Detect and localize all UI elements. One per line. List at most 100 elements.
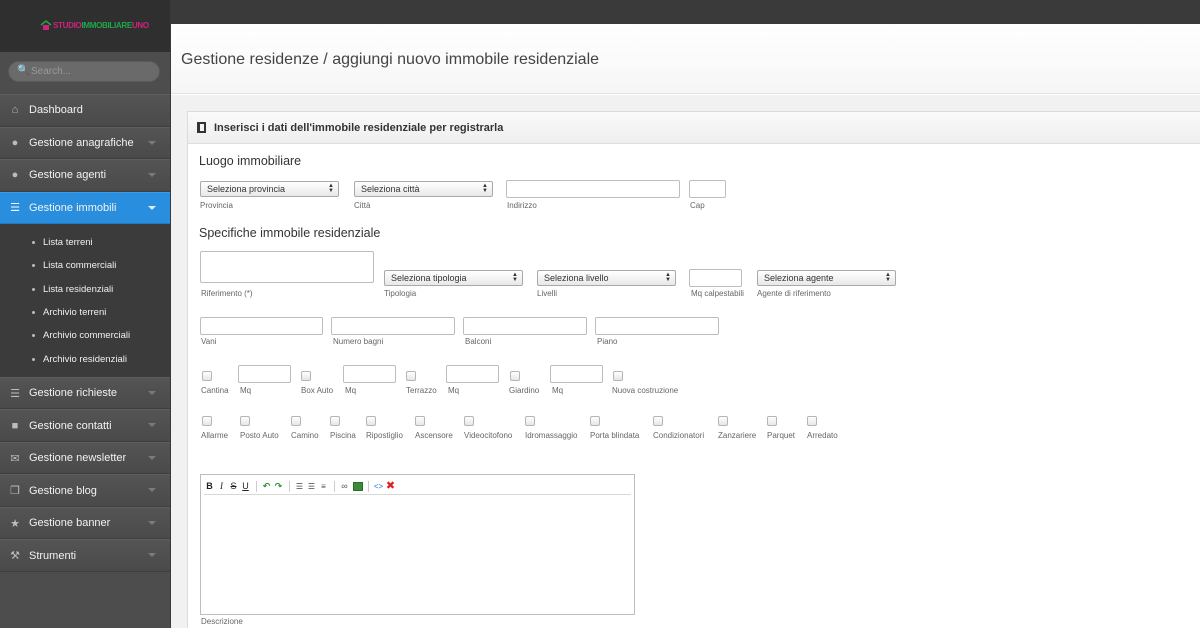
nav-gestione-banner[interactable]: ★ Gestione banner xyxy=(0,506,170,540)
underline-button[interactable]: U xyxy=(240,481,251,492)
main-content: Gestione residenze / aggiungi nuovo immo… xyxy=(171,24,1200,628)
chevron-down-icon xyxy=(148,520,156,525)
giardino-mq-input[interactable] xyxy=(550,365,603,383)
zanzariere-checkbox[interactable] xyxy=(718,416,728,426)
cantina-mq-input[interactable] xyxy=(238,365,291,383)
terrazzo-checkbox[interactable] xyxy=(406,371,416,381)
italic-button[interactable]: I xyxy=(216,481,227,492)
piano-label: Piano xyxy=(597,337,618,346)
list-icon: ☰ xyxy=(10,202,20,215)
piscina-checkbox[interactable] xyxy=(330,416,340,426)
mq-calpestabili-label: Mq calpestabili xyxy=(691,289,744,298)
subnav-item-lista-commerciali[interactable]: Lista commerciali xyxy=(0,254,170,277)
form-panel: Inserisci i dati dell'immobile residenzi… xyxy=(187,111,1200,628)
provincia-select-value: Seleziona provincia xyxy=(207,184,286,194)
posto-auto-checkbox[interactable] xyxy=(240,416,250,426)
logo-text-left: STUDIO xyxy=(53,21,82,30)
nuova-costruzione-checkbox[interactable] xyxy=(613,371,623,381)
nav-gestione-contatti[interactable]: ■ Gestione contatti xyxy=(0,409,170,442)
nav-gestione-blog[interactable]: ❐ Gestione blog xyxy=(0,474,170,507)
riferimento-label: Riferimento (*) xyxy=(201,289,253,298)
nav-gestione-newsletter[interactable]: ✉ Gestione newsletter xyxy=(0,441,170,475)
logo[interactable]: STUDIOIMMOBILIAREUNO xyxy=(40,20,149,30)
terrazzo-mq-input[interactable] xyxy=(446,365,499,383)
code-icon[interactable]: <> xyxy=(373,481,384,492)
subnav-item-lista-residenziali[interactable]: Lista residenziali xyxy=(0,278,170,301)
arredato-checkbox[interactable] xyxy=(807,416,817,426)
mq-calpestabili-input[interactable] xyxy=(689,269,742,287)
box-auto-mq-input[interactable] xyxy=(343,365,396,383)
subnav-item-lista-terreni[interactable]: Lista terreni xyxy=(0,231,170,254)
nav-dashboard[interactable]: ⌂ Dashboard xyxy=(0,94,170,127)
subnav-label: Lista residenziali xyxy=(43,283,114,295)
nav-label: Gestione anagrafiche xyxy=(29,136,134,149)
toolbar-divider xyxy=(368,480,369,492)
ascensore-checkbox[interactable] xyxy=(415,416,425,426)
nav-gestione-anagrafiche[interactable]: ● Gestione anagrafiche xyxy=(0,126,170,159)
citta-select[interactable]: Seleziona città ▲ ▼ xyxy=(354,181,493,197)
subnav-item-archivio-residenziali[interactable]: Archivio residenziali xyxy=(0,347,170,370)
select-arrows-icon: ▲ ▼ xyxy=(512,272,518,283)
nav-strumenti[interactable]: ⚒ Strumenti xyxy=(0,539,170,572)
chevron-down-icon xyxy=(148,390,156,395)
piscina-label: Piscina xyxy=(330,431,356,440)
tipologia-label: Tipologia xyxy=(384,289,417,298)
zanzariere-label: Zanzariere xyxy=(718,431,757,440)
search-input[interactable] xyxy=(31,64,151,79)
box-auto-checkbox[interactable] xyxy=(301,371,311,381)
subnav-label: Archivio terreni xyxy=(43,307,107,319)
user-icon: ● xyxy=(11,136,19,149)
parquet-checkbox[interactable] xyxy=(767,416,777,426)
undo-icon[interactable]: ↶ xyxy=(261,481,272,492)
agente-select[interactable]: Seleziona agente ▲ ▼ xyxy=(757,270,896,286)
videocitofono-checkbox[interactable] xyxy=(464,416,474,426)
unordered-list-icon[interactable]: ☰ xyxy=(306,481,317,492)
nav-gestione-agenti[interactable]: ● Gestione agenti xyxy=(0,159,170,192)
allarme-checkbox[interactable] xyxy=(202,416,212,426)
cantina-checkbox[interactable] xyxy=(202,371,212,381)
align-icon[interactable]: ≡ xyxy=(318,481,329,492)
remove-format-icon[interactable]: ✖ xyxy=(385,480,396,492)
link-icon[interactable]: ∞ xyxy=(339,481,350,492)
strikethrough-button[interactable]: S xyxy=(228,481,239,492)
cap-input[interactable] xyxy=(689,180,726,198)
nav-gestione-immobili[interactable]: ☰ Gestione immobili xyxy=(0,191,170,224)
list-icon: ☰ xyxy=(10,387,20,400)
camino-checkbox[interactable] xyxy=(291,416,301,426)
ordered-list-icon[interactable]: ☰ xyxy=(294,481,305,492)
subnav-item-archivio-terreni[interactable]: Archivio terreni xyxy=(0,301,170,324)
redo-icon[interactable]: ↷ xyxy=(273,481,284,492)
box-auto-label: Box Auto xyxy=(301,386,334,395)
subnav-immobili: Lista terreni Lista commerciali Lista re… xyxy=(0,224,170,377)
idromassaggio-checkbox[interactable] xyxy=(525,416,535,426)
livello-select-value: Seleziona livello xyxy=(544,273,609,283)
livello-select[interactable]: Seleziona livello ▲ ▼ xyxy=(537,270,676,286)
chevron-down-icon xyxy=(148,455,156,460)
piano-input[interactable] xyxy=(595,317,719,335)
provincia-select[interactable]: Seleziona provincia ▲ ▼ xyxy=(200,181,339,197)
balconi-input[interactable] xyxy=(463,317,587,335)
giardino-checkbox[interactable] xyxy=(510,371,520,381)
subnav-item-archivio-commerciali[interactable]: Archivio commerciali xyxy=(0,324,170,347)
bullet-icon xyxy=(32,264,35,268)
nav-label: Gestione contatti xyxy=(29,419,112,432)
bullet-icon xyxy=(32,357,35,361)
ripostiglio-checkbox[interactable] xyxy=(366,416,376,426)
nav-gestione-richieste[interactable]: ☰ Gestione richieste xyxy=(0,376,170,410)
riferimento-textarea[interactable] xyxy=(200,251,374,283)
condizionatori-checkbox[interactable] xyxy=(653,416,663,426)
vani-input[interactable] xyxy=(200,317,323,335)
descrizione-editor[interactable]: B I S U ↶ ↷ ☰ ☰ ≡ ∞ <> ✖ xyxy=(200,474,635,615)
posto-auto-label: Posto Auto xyxy=(240,431,279,440)
allarme-label: Allarme xyxy=(201,431,229,440)
numero-bagni-input[interactable] xyxy=(331,317,455,335)
porta-blindata-checkbox[interactable] xyxy=(590,416,600,426)
page-header: Gestione residenze / aggiungi nuovo immo… xyxy=(171,24,1200,94)
content-body: Inserisci i dati dell'immobile residenzi… xyxy=(171,95,1200,628)
indirizzo-input[interactable] xyxy=(506,180,680,198)
image-icon[interactable] xyxy=(353,481,363,491)
videocitofono-label: Videocitofono xyxy=(464,431,513,440)
toolbar-divider xyxy=(334,480,335,492)
tipologia-select[interactable]: Seleziona tipologia ▲ ▼ xyxy=(384,270,523,286)
bold-button[interactable]: B xyxy=(204,481,215,492)
